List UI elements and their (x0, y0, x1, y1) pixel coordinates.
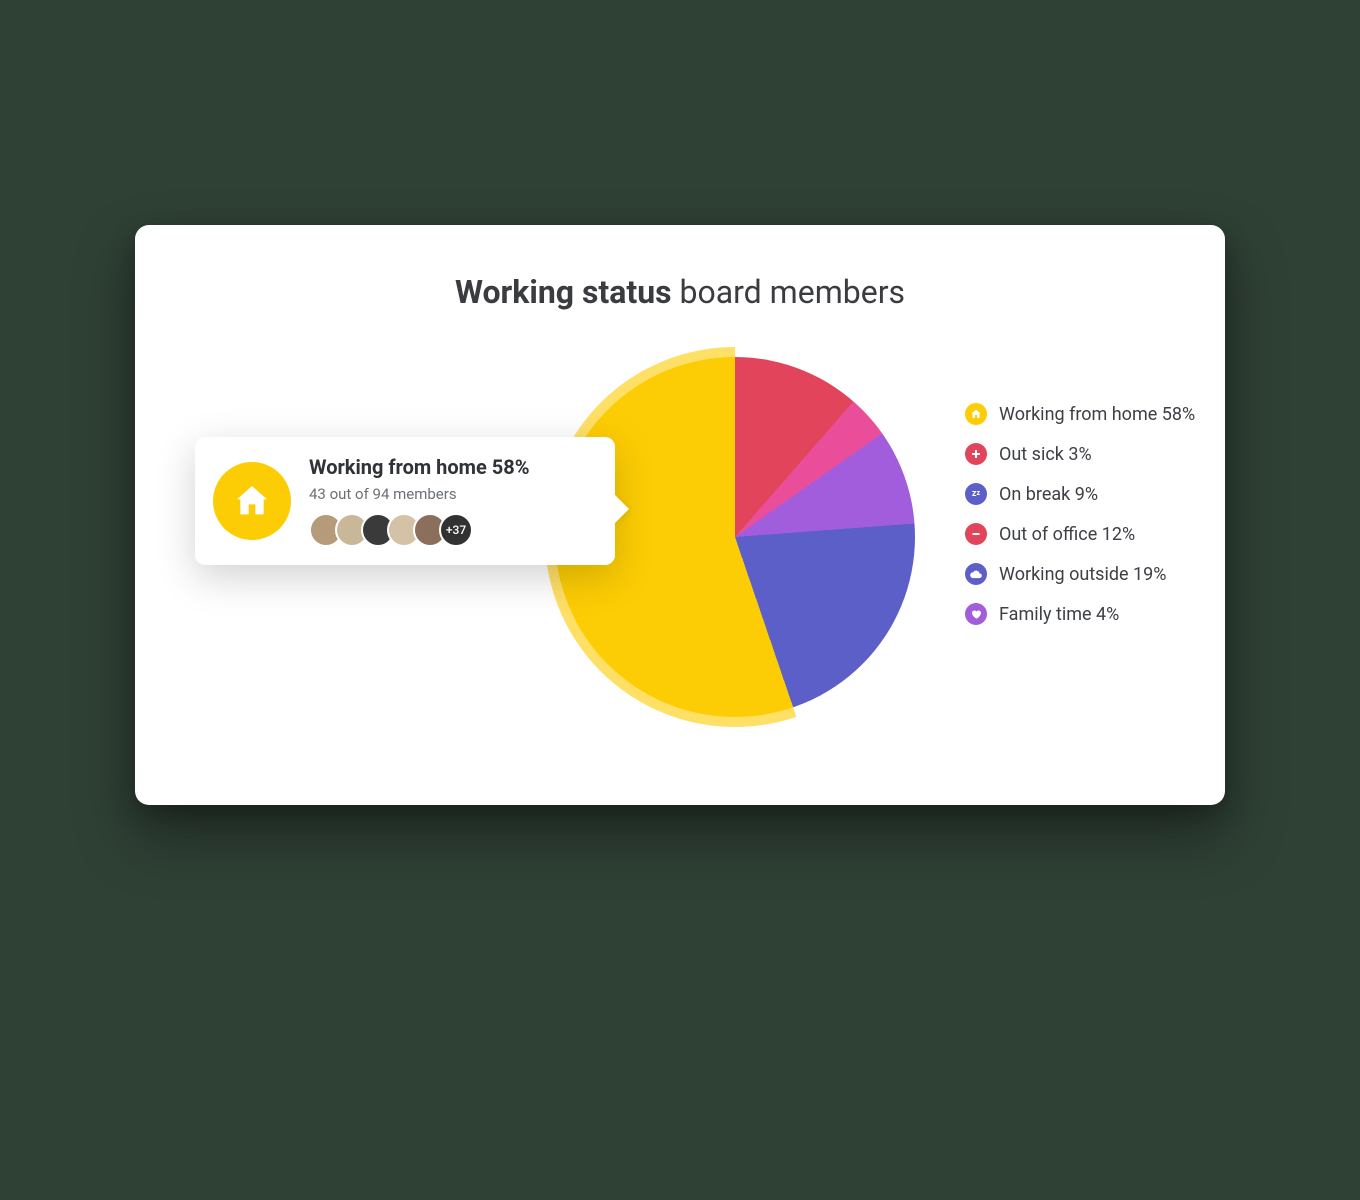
zz-icon: zz (965, 483, 987, 505)
status-card: Working status board members Working fro… (135, 225, 1225, 805)
card-title: Working status board members (135, 273, 1225, 311)
legend-item[interactable]: Family time 4% (965, 603, 1195, 625)
tooltip-title: Working from home 58% (309, 455, 593, 479)
slice-tooltip: Working from home 58% 43 out of 94 membe… (195, 437, 615, 565)
tooltip-subtitle: 43 out of 94 members (309, 485, 593, 503)
legend-item[interactable]: Working from home 58% (965, 403, 1195, 425)
home-icon (965, 403, 987, 425)
legend-item[interactable]: zz On break 9% (965, 483, 1195, 505)
tooltip-home-icon (213, 462, 291, 540)
heart-icon (965, 603, 987, 625)
tooltip-avatars: +37 (309, 513, 593, 547)
chart-area: Working from home 58% 43 out of 94 membe… (135, 347, 1225, 767)
stop-icon (965, 523, 987, 545)
legend-label: Family time 4% (999, 604, 1119, 625)
legend: Working from home 58% Out sick 3% zz On bre… (965, 403, 1195, 625)
tooltip-body: Working from home 58% 43 out of 94 membe… (309, 455, 593, 547)
cloud-icon (965, 563, 987, 585)
plus-icon (965, 443, 987, 465)
legend-item[interactable]: Out of office 12% (965, 523, 1195, 545)
legend-label: Out of office 12% (999, 524, 1135, 545)
legend-item[interactable]: Working outside 19% (965, 563, 1195, 585)
avatar-overflow[interactable]: +37 (439, 513, 473, 547)
title-rest: board members (680, 273, 906, 311)
legend-item[interactable]: Out sick 3% (965, 443, 1195, 465)
legend-label: Out sick 3% (999, 444, 1092, 465)
legend-label: Working outside 19% (999, 564, 1166, 585)
title-strong: Working status (455, 273, 672, 311)
legend-label: Working from home 58% (999, 404, 1195, 425)
legend-label: On break 9% (999, 484, 1098, 505)
